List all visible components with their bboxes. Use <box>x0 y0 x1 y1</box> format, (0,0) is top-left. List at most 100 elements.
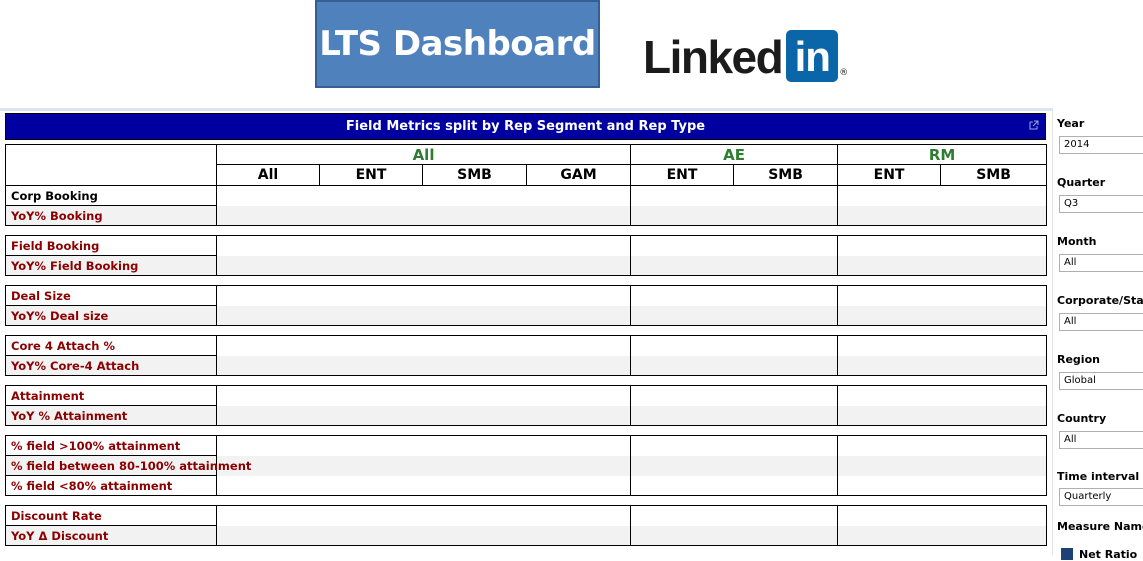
quarter-filter-select[interactable]: Q3 <box>1059 195 1143 213</box>
row-label: YoY % Attainment <box>5 405 217 426</box>
month-filter-select[interactable]: All <box>1059 254 1143 272</box>
value-cell <box>526 405 631 426</box>
value-cell <box>940 335 1048 356</box>
dashboard-title: LTS Dashboard <box>319 24 596 64</box>
value-cell <box>733 385 838 406</box>
value-cell <box>630 455 734 476</box>
table-row: YoY% Field Booking <box>5 255 1048 276</box>
row-label: Discount Rate <box>5 505 217 526</box>
value-cell <box>940 185 1048 206</box>
table-row: Discount Rate <box>5 505 1048 526</box>
linkedin-logo: Linked in ® <box>643 22 848 82</box>
value-cell <box>837 385 941 406</box>
value-cell <box>837 205 941 226</box>
country-filter-label: Country <box>1057 412 1107 425</box>
value-cell <box>733 455 838 476</box>
registered-mark: ® <box>839 68 849 78</box>
table-row: YoY % Attainment <box>5 405 1048 426</box>
value-cell <box>526 505 631 526</box>
linkedin-in-box: in <box>786 30 839 82</box>
value-cell <box>319 435 423 456</box>
time-interval-filter-label: Time interval (for <box>1057 470 1143 483</box>
value-cell <box>216 385 320 406</box>
value-cell <box>216 255 320 276</box>
value-cell <box>216 475 320 496</box>
section-gap <box>5 495 1047 506</box>
row-label: % field between 80-100% attainment <box>5 455 251 476</box>
corporate-staff-filter-select[interactable]: All <box>1059 313 1143 331</box>
value-cell <box>422 525 527 546</box>
value-cell <box>422 185 527 206</box>
value-cell <box>940 355 1048 376</box>
time-interval-filter-select[interactable]: Quarterly <box>1059 488 1143 506</box>
value-cell <box>733 185 838 206</box>
row-label: % field >100% attainment <box>5 435 217 456</box>
value-cell <box>837 455 941 476</box>
value-cell <box>526 435 631 456</box>
value-cell <box>940 235 1048 256</box>
group-rm: RM <box>837 144 1048 165</box>
value-cell <box>733 285 838 306</box>
value-cell <box>526 285 631 306</box>
value-cell <box>940 205 1048 226</box>
value-cell <box>837 475 941 496</box>
value-cell <box>216 285 320 306</box>
value-cell <box>526 475 631 496</box>
row-label: Deal Size <box>5 285 217 306</box>
value-cell <box>422 305 527 326</box>
value-cell <box>319 305 423 326</box>
value-cell <box>216 185 320 206</box>
value-cell <box>216 505 320 526</box>
group-header-row: All AE RM <box>5 144 1048 186</box>
table-row: YoY% Booking <box>5 205 1048 226</box>
row-label: % field <80% attainment <box>5 475 217 496</box>
region-filter-select[interactable]: Global <box>1059 372 1143 390</box>
value-cell <box>837 285 941 306</box>
value-cell <box>422 385 527 406</box>
table-row: YoY% Deal size <box>5 305 1048 326</box>
value-cell <box>526 335 631 356</box>
row-label: YoY% Booking <box>5 205 217 226</box>
external-link-icon[interactable] <box>1029 120 1039 130</box>
country-filter-select[interactable]: All <box>1059 431 1143 449</box>
region-filter-label: Region <box>1057 353 1100 366</box>
value-cell <box>733 525 838 546</box>
value-cell <box>940 285 1048 306</box>
value-cell <box>837 235 941 256</box>
measure-legend-swatch[interactable] <box>1061 548 1073 560</box>
value-cell <box>733 205 838 226</box>
value-cell <box>733 475 838 496</box>
year-filter-label: Year <box>1057 117 1085 130</box>
table-row: % field >100% attainment <box>5 435 1048 456</box>
value-cell <box>630 285 734 306</box>
value-cell <box>733 435 838 456</box>
value-cell <box>216 335 320 356</box>
value-cell <box>940 405 1048 426</box>
value-cell <box>319 255 423 276</box>
value-cell <box>630 205 734 226</box>
value-cell <box>526 525 631 546</box>
row-label: YoY% Deal size <box>5 305 217 326</box>
year-filter-select[interactable]: 2014 <box>1059 136 1143 154</box>
table-row: % field between 80-100% attainment <box>5 455 1048 476</box>
value-cell <box>526 205 631 226</box>
row-label: Field Booking <box>5 235 217 256</box>
table-row: Field Booking <box>5 235 1048 256</box>
value-cell <box>216 355 320 376</box>
linkedin-in-text: in <box>794 33 831 80</box>
measure-name-label: Measure Name <box>1057 520 1143 533</box>
value-cell <box>319 235 423 256</box>
value-cell <box>940 475 1048 496</box>
group-all: All <box>215 144 632 165</box>
col-all-all: All <box>216 164 320 186</box>
value-cell <box>526 235 631 256</box>
value-cell <box>422 475 527 496</box>
value-cell <box>319 335 423 356</box>
value-cell <box>837 505 941 526</box>
value-cell <box>630 255 734 276</box>
value-cell <box>422 455 527 476</box>
table-row: % field <80% attainment <box>5 475 1048 496</box>
value-cell <box>422 235 527 256</box>
value-cell <box>216 235 320 256</box>
value-cell <box>319 285 423 306</box>
